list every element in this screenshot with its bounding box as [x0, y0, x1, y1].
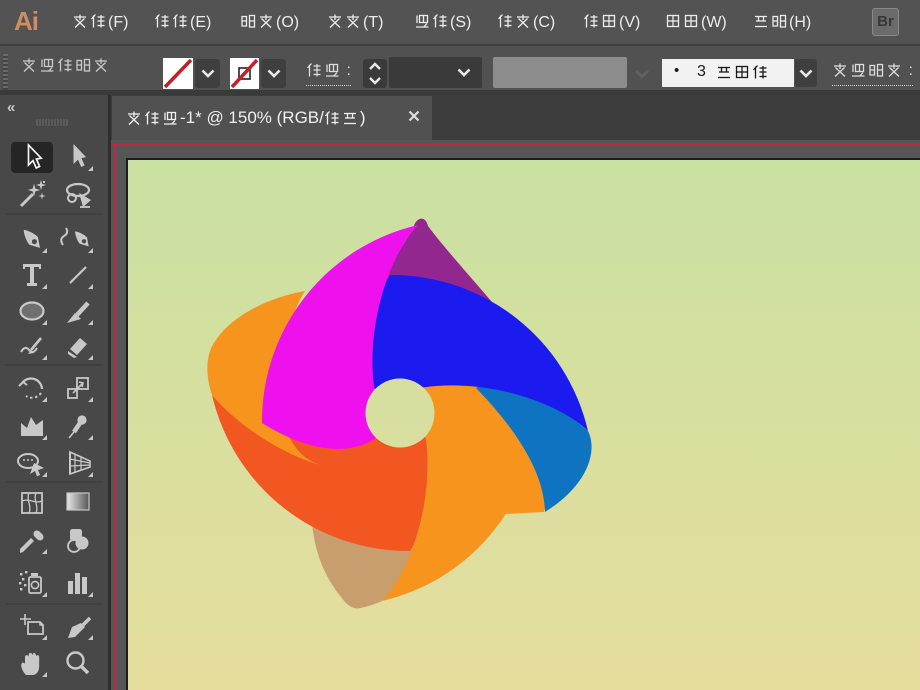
- svg-text:«: «: [7, 99, 15, 116]
